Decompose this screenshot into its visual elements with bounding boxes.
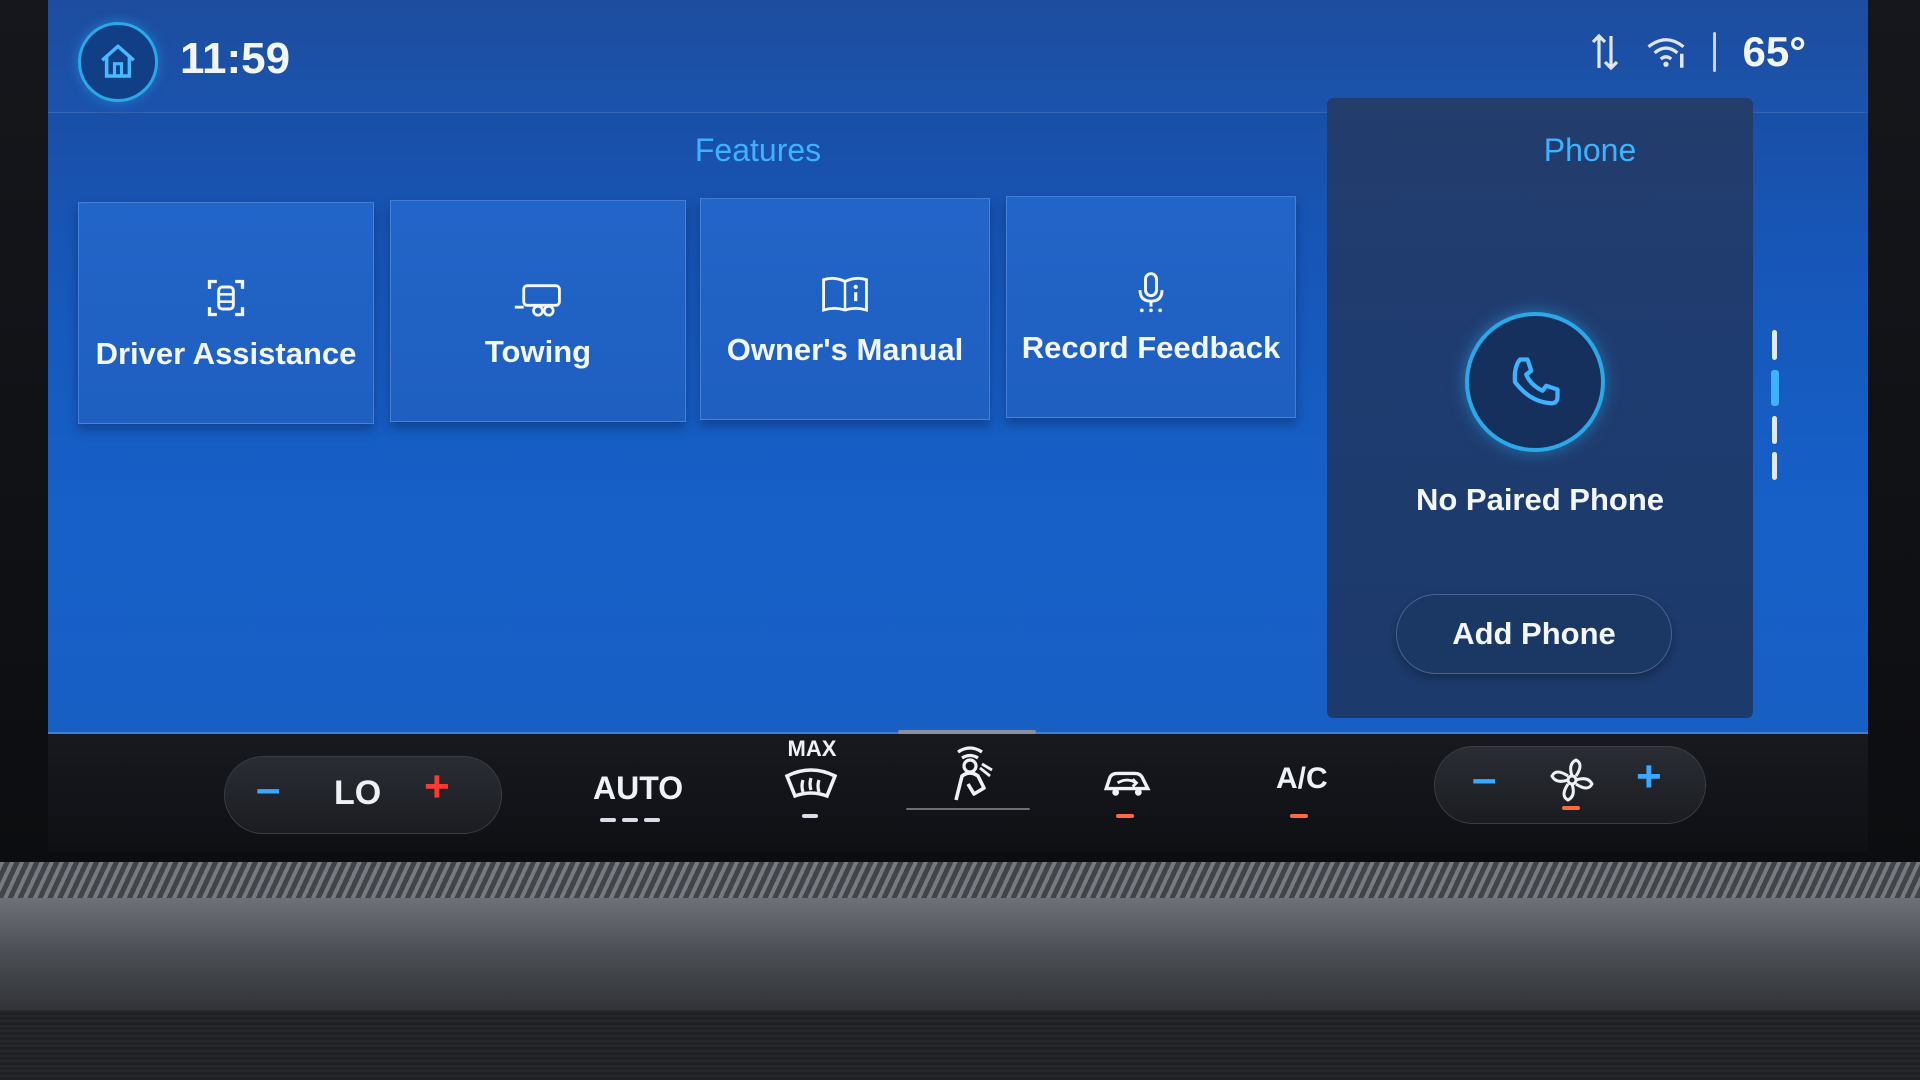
temp-setting: LO (334, 774, 382, 812)
ac-indicator (1290, 814, 1308, 818)
tile-label: Driver Assistance (95, 336, 357, 371)
outside-temperature: 65° (1742, 28, 1806, 75)
phone-title: Phone (1543, 132, 1637, 168)
max-defrost-button[interactable] (783, 764, 839, 809)
max-defrost-indicator (802, 814, 818, 818)
manual-book-icon (822, 276, 868, 313)
recirculation-car-icon (1103, 771, 1151, 796)
features-title: Features (694, 132, 822, 168)
tile-label: Record Feedback (1021, 330, 1281, 365)
fan-decrease-button[interactable]: – (1472, 754, 1496, 804)
fan-button[interactable] (1548, 756, 1596, 809)
seat-airflow-icon (954, 746, 993, 801)
dashboard-trim (0, 862, 1920, 898)
tile-label: Owner's Manual (726, 332, 964, 367)
page-scroll-indicator[interactable] (1771, 330, 1780, 480)
phone-icon (1512, 357, 1560, 406)
fan-icon (1550, 758, 1594, 802)
tile-driver-assistance[interactable]: Driver Assistance (78, 202, 374, 424)
clock: 11:59 (180, 34, 291, 83)
tile-towing[interactable]: Towing (390, 200, 686, 422)
trailer-icon (514, 284, 561, 317)
wifi-icon (1648, 38, 1685, 68)
add-phone-button[interactable]: Add Phone (1396, 594, 1672, 674)
max-defrost-label: MAX (787, 736, 837, 761)
data-transfer-icon (1592, 33, 1619, 71)
home-button[interactable] (78, 22, 158, 102)
dashboard-texture (0, 1010, 1920, 1080)
recirculation-indicator (1116, 814, 1134, 818)
temp-increase-button[interactable]: + (424, 762, 450, 812)
phone-status: No Paired Phone (1415, 482, 1665, 517)
tile-record-feedback[interactable]: Record Feedback (1006, 196, 1296, 418)
recirculation-button[interactable] (1100, 764, 1154, 803)
auto-indicator (600, 818, 616, 822)
fan-indicator (1562, 806, 1580, 810)
climate-handle[interactable] (898, 730, 1036, 734)
fan-increase-button[interactable]: + (1636, 752, 1662, 802)
driver-assist-icon (207, 279, 245, 317)
ac-button[interactable]: A/C (1276, 762, 1328, 796)
front-defrost-icon (784, 768, 838, 799)
tile-owners-manual[interactable]: Owner's Manual (700, 198, 990, 420)
climate-menu-button[interactable] (940, 740, 1000, 809)
tile-label: Towing (484, 334, 592, 369)
status-bar: 11:59 65° (48, 0, 1868, 113)
status-icons: 65° (1591, 22, 1806, 82)
climate-bar: – LO + AUTO MAX A/C – + (48, 730, 1868, 852)
auto-indicator (622, 818, 638, 822)
status-divider (1713, 32, 1717, 72)
microphone-icon (1138, 272, 1164, 313)
temp-decrease-button[interactable]: – (256, 764, 280, 814)
home-icon (101, 44, 135, 78)
auto-climate-button[interactable]: AUTO (593, 770, 683, 807)
auto-indicator (644, 818, 660, 822)
climate-menu-underline (906, 808, 1030, 810)
phone-call-button[interactable] (1465, 312, 1605, 452)
